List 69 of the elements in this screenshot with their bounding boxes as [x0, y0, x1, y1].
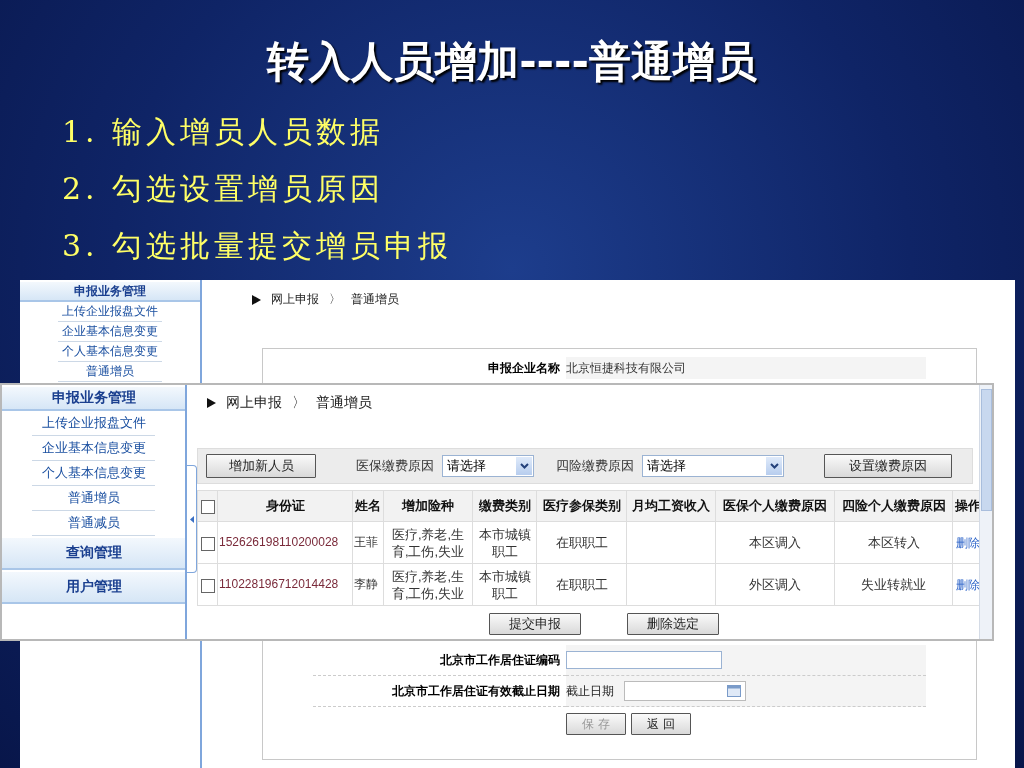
breadcrumb-separator: 〉: [329, 291, 341, 308]
date-field[interactable]: [624, 681, 746, 701]
back-button[interactable]: 返 回: [631, 713, 691, 735]
filter-label: 四险缴费原因: [556, 457, 634, 475]
sidebar-header: 申报业务管理: [20, 282, 200, 302]
slide-title: 转入人员增加----普通增员: [265, 36, 758, 88]
scrollbar[interactable]: [979, 385, 992, 639]
sidebar-item[interactable]: 企业基本信息变更: [58, 322, 162, 342]
column-header: 增加险种: [383, 490, 473, 522]
sidebar-item[interactable]: 个人基本信息变更: [32, 461, 155, 486]
step-text: 3. 勾选批量提交增员申报: [62, 227, 454, 265]
table-cell: 本区调入: [715, 521, 835, 564]
sidebar-header[interactable]: 用户管理: [2, 572, 185, 604]
delete-selected-button[interactable]: 删除选定: [627, 613, 719, 635]
column-header: 月均工资收入: [626, 490, 716, 522]
column-header: 身份证: [217, 490, 353, 522]
select-field[interactable]: 请选择: [442, 455, 534, 477]
sidebar-item[interactable]: 普通增员: [32, 486, 155, 511]
date-label: 截止日期: [566, 682, 614, 700]
sidebar-item[interactable]: 个人基本信息变更: [58, 342, 162, 362]
breadcrumb-item: 网上申报: [226, 394, 282, 412]
column-header: 四险个人缴费原因: [834, 490, 953, 522]
column-header: 姓名: [352, 490, 384, 522]
sidebar-item[interactable]: 企业基本信息变更: [32, 436, 155, 461]
table-cell: 医疗,养老,生育,工伤,失业: [383, 563, 473, 606]
sidebar-header[interactable]: 查询管理: [2, 538, 185, 570]
table-cell: 本市城镇职工: [472, 563, 537, 606]
select-field[interactable]: 请选择: [642, 455, 784, 477]
set-reason-button[interactable]: 设置缴费原因: [824, 454, 952, 478]
step-text: 2. 勾选设置增员原因: [62, 170, 386, 208]
sidebar-item[interactable]: 上传企业报盘文件: [32, 411, 155, 436]
field-label: 申报企业名称: [487, 359, 561, 377]
table-cell: 王菲: [352, 521, 384, 564]
left-arrow-icon: [189, 515, 194, 523]
table-cell: 医疗,养老,生育,工伤,失业: [383, 521, 473, 564]
column-header: 缴费类别: [472, 490, 537, 522]
table-cell: 110228196712014428: [217, 563, 353, 606]
triangle-icon: [252, 294, 261, 305]
add-person-button[interactable]: 增加新人员: [206, 454, 316, 478]
breadcrumb-item: 普通增员: [351, 291, 399, 308]
checkbox[interactable]: [200, 536, 215, 551]
sidebar-item[interactable]: 上传企业报盘文件: [58, 302, 162, 322]
table-cell: 李静: [352, 563, 384, 606]
company-name: 北京恒捷科技有限公司: [566, 359, 686, 377]
breadcrumb-item: 网上申报: [271, 291, 319, 308]
breadcrumb-separator: 〉: [292, 394, 306, 412]
table-cell: 本区转入: [834, 521, 953, 564]
column-header: 医保个人缴费原因: [715, 490, 835, 522]
table-cell: 失业转就业: [834, 563, 953, 606]
sidebar-item[interactable]: 普通减员: [32, 511, 155, 536]
checkbox[interactable]: [200, 578, 215, 593]
table-cell: 在职职工: [536, 521, 627, 564]
table-cell: 外区调入: [715, 563, 835, 606]
checkbox[interactable]: [200, 499, 215, 514]
triangle-icon: [207, 398, 216, 408]
sidebar-item[interactable]: 普通增员: [58, 362, 162, 382]
submit-button[interactable]: 提交申报: [489, 613, 581, 635]
chevron-down-icon: [519, 463, 529, 469]
step-text: 1. 输入增员人员数据: [62, 113, 386, 151]
calendar-icon[interactable]: [727, 685, 741, 697]
breadcrumb-item: 普通增员: [316, 394, 372, 412]
sidebar-header[interactable]: 申报业务管理: [2, 387, 185, 411]
table-cell: 本市城镇职工: [472, 521, 537, 564]
filter-label: 医保缴费原因: [356, 457, 434, 475]
table-cell: 152626198110200028: [217, 521, 353, 564]
column-header: 医疗参保类别: [536, 490, 627, 522]
chevron-down-icon: [769, 463, 779, 469]
table-cell: 在职职工: [536, 563, 627, 606]
input-field[interactable]: [566, 651, 722, 669]
